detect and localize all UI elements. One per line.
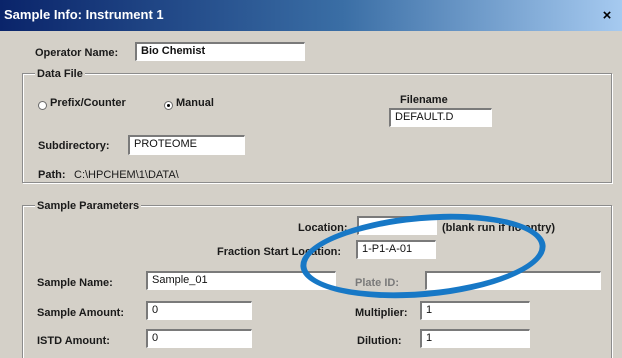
path-value: C:\HPCHEM\1\DATA\ bbox=[74, 169, 179, 181]
subdirectory-label: Subdirectory: bbox=[38, 140, 110, 152]
sample-info-dialog: Sample Info: Instrument 1 × Operator Nam… bbox=[0, 0, 622, 358]
istd-amount-input[interactable]: 0 bbox=[146, 329, 252, 348]
sample-parameters-group-label: Sample Parameters bbox=[35, 200, 142, 212]
multiplier-input[interactable]: 1 bbox=[420, 301, 530, 320]
prefix-counter-radio[interactable] bbox=[38, 101, 47, 110]
sample-amount-label: Sample Amount: bbox=[37, 307, 124, 319]
data-file-group bbox=[22, 73, 612, 183]
filename-input[interactable]: DEFAULT.D bbox=[389, 108, 492, 127]
close-icon[interactable]: × bbox=[596, 6, 618, 26]
dilution-label: Dilution: bbox=[357, 335, 402, 347]
sample-amount-input[interactable]: 0 bbox=[146, 301, 252, 320]
filename-label: Filename bbox=[400, 94, 448, 106]
prefix-counter-label: Prefix/Counter bbox=[50, 97, 126, 109]
operator-name-label: Operator Name: bbox=[35, 47, 119, 59]
window-title: Sample Info: Instrument 1 bbox=[4, 7, 164, 22]
manual-radio[interactable] bbox=[164, 101, 173, 110]
sample-name-label: Sample Name: bbox=[37, 277, 113, 289]
operator-name-input[interactable]: Bio Chemist bbox=[135, 42, 305, 61]
path-label: Path: bbox=[38, 169, 66, 181]
multiplier-label: Multiplier: bbox=[355, 307, 408, 319]
manual-label: Manual bbox=[176, 97, 214, 109]
data-file-group-label: Data File bbox=[35, 68, 85, 80]
title-bar[interactable]: Sample Info: Instrument 1 × bbox=[0, 0, 622, 31]
dilution-input[interactable]: 1 bbox=[420, 329, 530, 348]
subdirectory-input[interactable]: PROTEOME bbox=[128, 135, 245, 155]
istd-amount-label: ISTD Amount: bbox=[37, 335, 110, 347]
